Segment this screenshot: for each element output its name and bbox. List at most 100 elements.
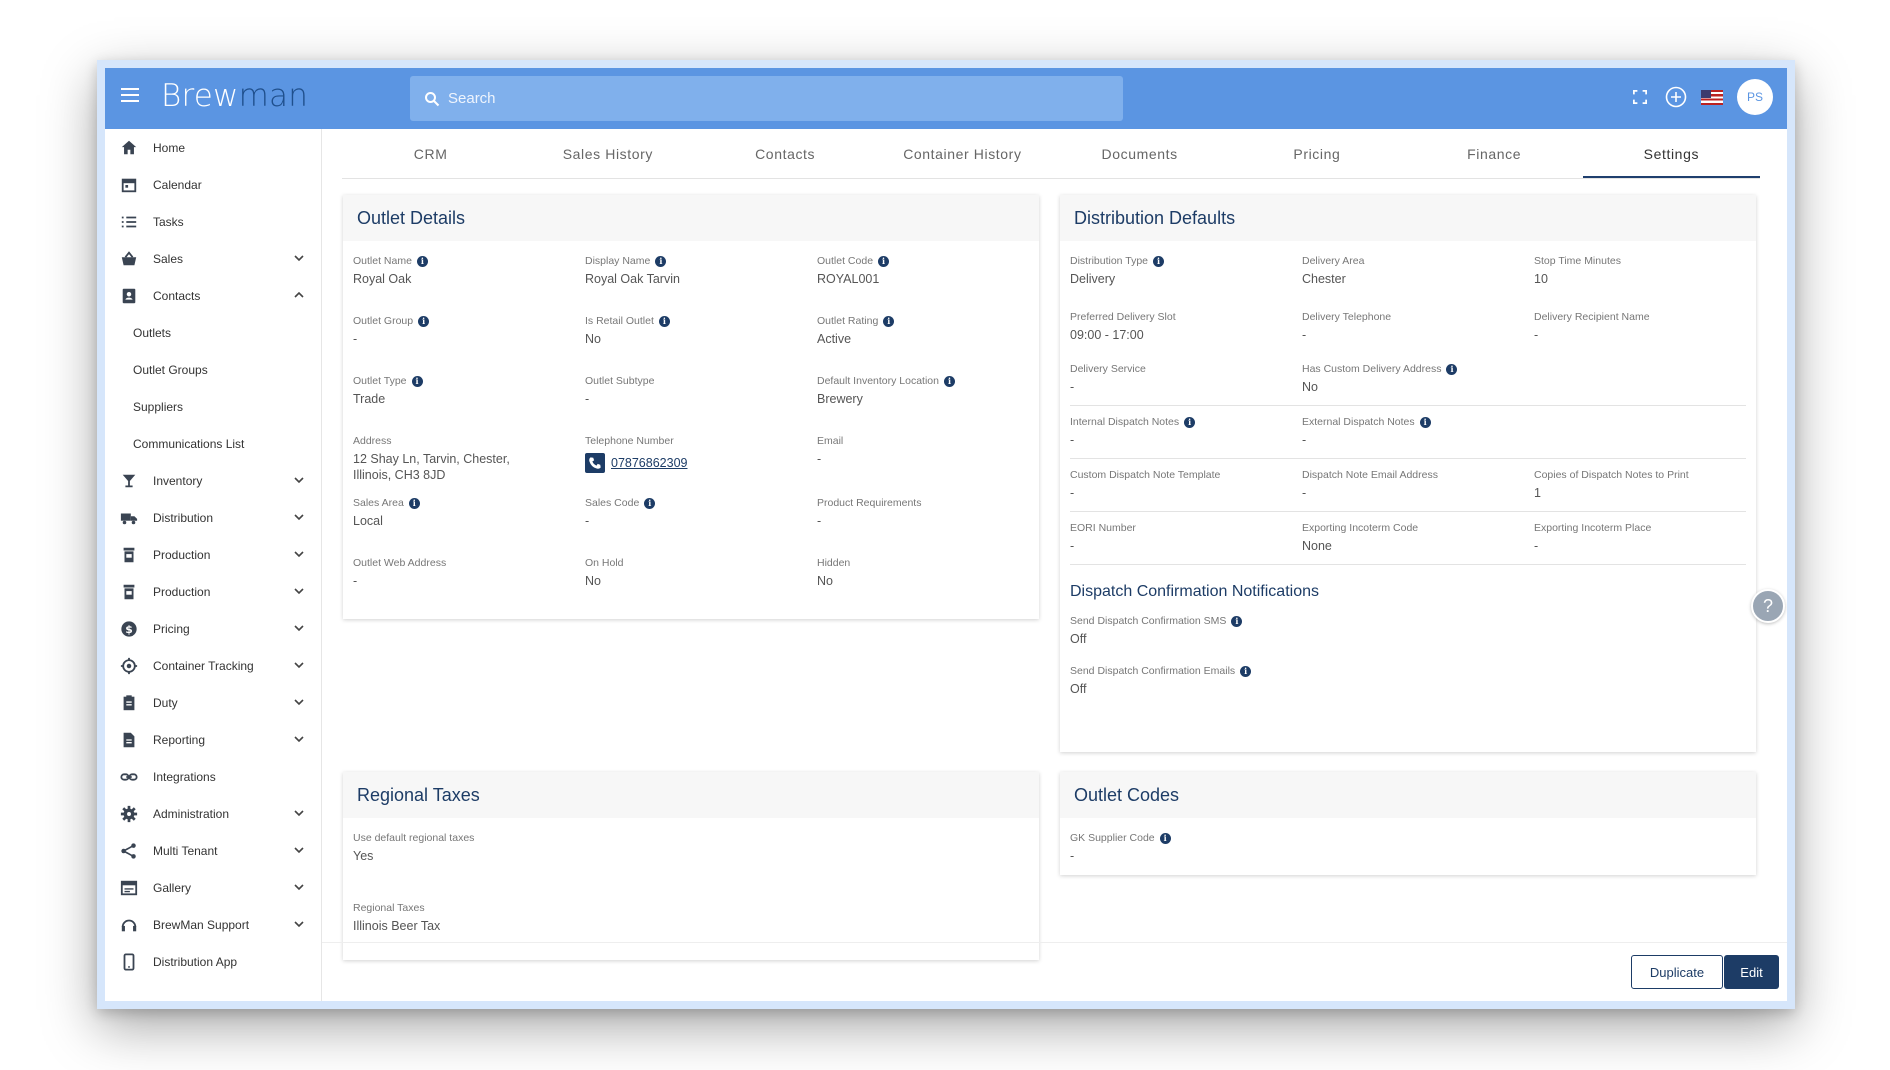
sidebar-item-home[interactable]: Home xyxy=(105,129,321,166)
info-icon[interactable]: i xyxy=(883,315,895,327)
glass-icon xyxy=(119,471,139,491)
field-value: 1 xyxy=(1534,486,1541,500)
field-label: Outlet Code i xyxy=(817,255,1029,267)
user-avatar[interactable]: PS xyxy=(1737,79,1773,115)
sidebar-item-multi-tenant[interactable]: Multi Tenant xyxy=(105,832,321,869)
field-label: Is Retail Outlet i xyxy=(585,315,817,327)
field-telephone-number: Telephone Number 07876862309 xyxy=(585,421,817,483)
card-title: Outlet Codes xyxy=(1060,772,1756,818)
tab-bar: CRM Sales History Contacts Container His… xyxy=(342,129,1760,179)
sidebar-item-inventory[interactable]: Inventory xyxy=(105,462,321,499)
duplicate-button[interactable]: Duplicate xyxy=(1631,955,1723,989)
field-label-text: Address xyxy=(353,435,392,447)
field-label: Dispatch Note Email Address xyxy=(1302,469,1534,481)
sidebar-item-production[interactable]: Production xyxy=(105,536,321,573)
field-label: Send Dispatch Confirmation SMS i xyxy=(1070,615,1746,627)
telephone-link[interactable]: 07876862309 xyxy=(611,456,687,470)
calendar-icon xyxy=(119,175,139,195)
field-outlet-subtype: Outlet Subtype - xyxy=(585,361,817,421)
info-icon[interactable]: i xyxy=(655,255,667,267)
tab-documents[interactable]: Documents xyxy=(1051,129,1228,178)
sidebar-item-container-tracking[interactable]: Container Tracking xyxy=(105,647,321,684)
sidebar-item-tasks[interactable]: Tasks xyxy=(105,203,321,240)
field-value: 12 Shay Ln, Tarvin, Chester, Illinois, C… xyxy=(353,452,510,482)
tab-crm[interactable]: CRM xyxy=(342,129,519,178)
field-value: - xyxy=(1070,433,1075,447)
help-icon[interactable]: ? xyxy=(1751,589,1785,623)
info-icon[interactable]: i xyxy=(1231,615,1243,627)
info-icon[interactable]: i xyxy=(1446,363,1458,375)
sidebar-item-brewman-support[interactable]: BrewMan Support xyxy=(105,906,321,943)
fullscreen-icon[interactable] xyxy=(1629,86,1651,108)
field-value: No xyxy=(585,574,601,588)
dispatch-notifications-title: Dispatch Confirmation Notifications xyxy=(1070,583,1319,600)
sidebar-item-communications-list[interactable]: Communications List xyxy=(105,425,321,462)
field-label: External Dispatch Notes i xyxy=(1302,416,1534,428)
info-icon[interactable]: i xyxy=(644,497,656,509)
contacts-icon xyxy=(119,286,139,306)
search-bar[interactable] xyxy=(410,76,1123,121)
field-delivery-recipient-name: Delivery Recipient Name - xyxy=(1534,297,1746,353)
info-icon[interactable]: i xyxy=(878,255,890,267)
info-icon[interactable]: i xyxy=(408,497,420,509)
tab-settings[interactable]: Settings xyxy=(1582,129,1760,178)
sidebar-item-duty[interactable]: Duty xyxy=(105,684,321,721)
menu-icon[interactable] xyxy=(121,88,139,102)
edit-button[interactable]: Edit xyxy=(1724,955,1779,989)
info-icon[interactable]: i xyxy=(1159,832,1171,844)
chevron-down-icon xyxy=(294,921,304,928)
tab-contacts[interactable]: Contacts xyxy=(697,129,874,178)
home-icon xyxy=(119,138,139,158)
sidebar-item-suppliers[interactable]: Suppliers xyxy=(105,388,321,425)
sidebar-item-pricing[interactable]: $ Pricing xyxy=(105,610,321,647)
us-flag-icon[interactable] xyxy=(1701,89,1723,105)
sidebar-item-reporting[interactable]: Reporting xyxy=(105,721,321,758)
info-icon[interactable]: i xyxy=(1240,665,1252,677)
info-icon[interactable]: i xyxy=(944,375,955,387)
add-icon[interactable] xyxy=(1665,86,1687,108)
sidebar-item-production-2[interactable]: Production xyxy=(105,573,321,610)
info-icon[interactable]: i xyxy=(411,375,423,387)
field-label-text: Outlet Code xyxy=(817,255,874,267)
sidebar-item-label: Multi Tenant xyxy=(153,843,218,858)
sidebar-item-contacts[interactable]: Contacts xyxy=(105,277,321,314)
sidebar-item-distribution-app[interactable]: Distribution App xyxy=(105,943,321,980)
sidebar-item-administration[interactable]: Administration xyxy=(105,795,321,832)
field-value: Off xyxy=(1070,632,1087,646)
field-is-retail-outlet: Is Retail Outlet i No xyxy=(585,301,817,361)
sidebar-item-label: Sales xyxy=(153,251,184,266)
search-input[interactable] xyxy=(448,90,1088,107)
app-logo[interactable]: Brewman xyxy=(161,78,308,114)
sidebar-item-outlet-groups[interactable]: Outlet Groups xyxy=(105,351,321,388)
sidebar-item-gallery[interactable]: Gallery xyxy=(105,869,321,906)
distribution-defaults-card: Distribution Defaults Distribution Type i… xyxy=(1060,195,1756,752)
card-title: Regional Taxes xyxy=(343,772,1039,818)
field-dispatch-note-email-address: Dispatch Note Email Address - xyxy=(1302,459,1534,511)
tab-finance[interactable]: Finance xyxy=(1406,129,1583,178)
sidebar-item-distribution[interactable]: Distribution xyxy=(105,499,321,536)
field-exporting-incoterm-place: Exporting Incoterm Place - xyxy=(1534,512,1746,564)
sidebar-item-calendar[interactable]: Calendar xyxy=(105,166,321,203)
field-label: Exporting Incoterm Code xyxy=(1302,522,1534,534)
field-label-text: Delivery Recipient Name xyxy=(1534,311,1650,323)
sidebar-item-sales[interactable]: Sales xyxy=(105,240,321,277)
sidebar-item-integrations[interactable]: Integrations xyxy=(105,758,321,795)
field-value: Active xyxy=(817,332,852,346)
info-icon[interactable]: i xyxy=(1184,416,1196,428)
tab-pricing[interactable]: Pricing xyxy=(1228,129,1405,178)
distribution-defaults-grid: Distribution Type i Delivery Delivery Area C… xyxy=(1060,241,1756,565)
field-label: Delivery Telephone xyxy=(1302,311,1534,323)
info-icon[interactable]: i xyxy=(1153,255,1165,267)
field-label-text: Custom Dispatch Note Template xyxy=(1070,469,1221,481)
tab-sales-history[interactable]: Sales History xyxy=(519,129,696,178)
phone-icon xyxy=(119,952,139,972)
field-label: Outlet Type i xyxy=(353,375,585,387)
info-icon[interactable]: i xyxy=(416,255,428,267)
info-icon[interactable]: i xyxy=(1419,416,1431,428)
tab-container-history[interactable]: Container History xyxy=(874,129,1051,178)
sidebar-item-outlets[interactable]: Outlets xyxy=(105,314,321,351)
info-icon[interactable]: i xyxy=(418,315,430,327)
phone-icon[interactable] xyxy=(585,453,605,473)
info-icon[interactable]: i xyxy=(658,315,670,327)
telephone-row: 07876862309 xyxy=(585,453,817,473)
